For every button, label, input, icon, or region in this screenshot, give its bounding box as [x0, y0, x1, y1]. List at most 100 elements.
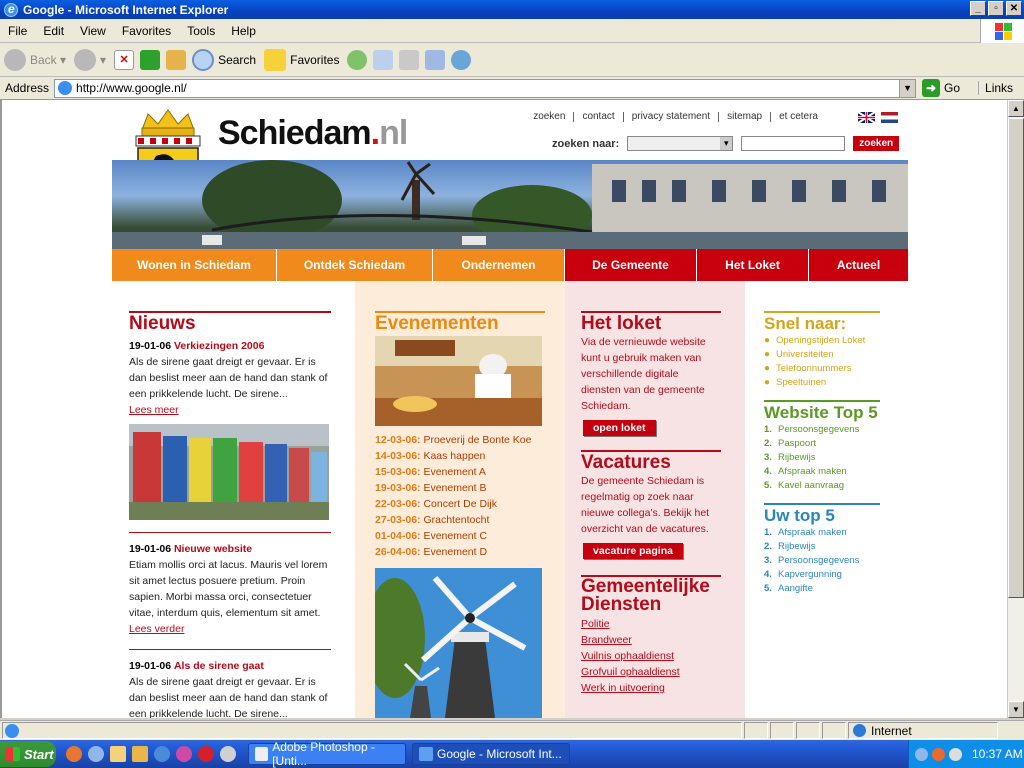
home-icon[interactable] — [166, 49, 187, 70]
pen-icon[interactable] — [132, 746, 148, 762]
menu-favorites[interactable]: Favorites — [114, 24, 179, 38]
task-ie[interactable]: Google - Microsoft Int... — [412, 743, 570, 765]
vacature-page-button[interactable]: vacature pagina — [583, 543, 683, 559]
toplink-zoeken[interactable]: zoeken — [525, 112, 575, 122]
event-item[interactable]: 01-04-06: Evenement C — [375, 528, 545, 544]
start-button[interactable]: Start — [0, 741, 56, 767]
tray-app-icon[interactable] — [932, 747, 945, 761]
star-icon — [264, 48, 287, 71]
top5-item[interactable]: 3. Rijbewijs — [764, 451, 880, 465]
event-item[interactable]: 14-03-06: Kaas happen — [375, 448, 545, 464]
scroll-up-icon[interactable]: ▲ — [1008, 100, 1024, 117]
news-headline[interactable]: Verkiezingen 2006 — [174, 340, 264, 352]
favorites-button[interactable]: Favorites — [264, 48, 339, 71]
ie-quicklaunch-icon[interactable] — [154, 746, 170, 762]
snel-item[interactable]: ● Openingstijden Loket — [764, 334, 880, 348]
menu-view[interactable]: View — [72, 24, 114, 38]
news-headline[interactable]: Nieuwe website — [174, 543, 252, 555]
site-brand[interactable]: Schiedam.nl — [218, 114, 408, 153]
nav-ondernemen[interactable]: Ondernemen — [433, 249, 565, 281]
uwtop5-item[interactable]: 3. Persoonsgegevens — [764, 554, 880, 568]
nav-wonen[interactable]: Wonen in Schiedam — [112, 249, 277, 281]
address-input[interactable]: http://www.google.nl/ ▼ — [54, 78, 917, 98]
toplink-etcetera[interactable]: et cetera — [771, 112, 826, 122]
event-item[interactable]: 12-03-06: Proeverij de Bonte Koe — [375, 432, 545, 448]
system-tray: 10:37 AM — [908, 740, 1024, 768]
messenger-icon[interactable] — [451, 49, 472, 70]
close-button[interactable]: ✕ — [1006, 1, 1022, 16]
ie-task-icon — [419, 747, 433, 761]
top5-item[interactable]: 5. Kavel aanvraag — [764, 479, 880, 493]
dienst-link-brandweer[interactable]: Brandweer — [581, 632, 721, 648]
volume-icon[interactable] — [949, 747, 962, 761]
snel-item[interactable]: ● Universiteiten — [764, 348, 880, 362]
scroll-thumb[interactable] — [1008, 118, 1024, 598]
toplink-privacy[interactable]: privacy statement — [624, 112, 720, 122]
nav-ontdek[interactable]: Ontdek Schiedam — [277, 249, 433, 281]
nl-flag-icon[interactable] — [881, 112, 898, 123]
status-segment — [796, 722, 820, 739]
address-dropdown-icon[interactable]: ▼ — [899, 79, 916, 97]
dienst-link-politie[interactable]: Politie — [581, 616, 721, 632]
history-icon[interactable] — [347, 49, 368, 70]
top5-item[interactable]: 4. Afspraak maken — [764, 465, 880, 479]
outlook-icon[interactable] — [88, 746, 104, 762]
snel-item[interactable]: ● Speeltuinen — [764, 376, 880, 390]
minimize-button[interactable]: _ — [970, 1, 986, 16]
menu-edit[interactable]: Edit — [35, 24, 72, 38]
uwtop5-item[interactable]: 5. Aangifte — [764, 582, 880, 596]
status-segment — [822, 722, 846, 739]
search-button[interactable]: Search — [192, 48, 256, 71]
menu-tools[interactable]: Tools — [179, 24, 223, 38]
scroll-down-icon[interactable]: ▼ — [1008, 701, 1024, 718]
vertical-scrollbar[interactable]: ▲ ▼ — [1007, 100, 1024, 718]
maximize-button[interactable]: ▫ — [988, 1, 1004, 16]
stop-icon[interactable]: ✕ — [114, 49, 135, 70]
back-button[interactable]: Back ▾ — [4, 48, 66, 71]
news-headline[interactable]: Als de sirene gaat — [174, 660, 264, 672]
uwtop5-item[interactable]: 1. Afspraak maken — [764, 526, 880, 540]
news-item-1-more-link[interactable]: Lees meer — [129, 404, 179, 416]
snel-item[interactable]: ● Telefoonnummers — [764, 362, 880, 376]
links-button[interactable]: Links — [978, 81, 1013, 95]
toplink-contact[interactable]: contact — [574, 112, 624, 122]
open-loket-button[interactable]: open loket — [583, 420, 656, 436]
event-item[interactable]: 27-03-06: Grachtentocht — [375, 512, 545, 528]
mail-icon[interactable] — [373, 49, 394, 70]
go-button[interactable]: ➜ Go — [922, 79, 960, 97]
search-category-select[interactable] — [627, 136, 734, 151]
event-item[interactable]: 15-03-06: Evenement A — [375, 464, 545, 480]
task-photoshop[interactable]: Adobe Photoshop - [Unti... — [248, 740, 406, 768]
search-submit-button[interactable]: zoeken — [853, 136, 900, 151]
uwtop5-item[interactable]: 4. Kapvergunning — [764, 568, 880, 582]
nav-gemeente[interactable]: De Gemeente — [565, 249, 697, 281]
edit-icon[interactable] — [425, 49, 446, 70]
dienst-link-werk[interactable]: Werk in uitvoering — [581, 680, 721, 696]
dienst-link-vuilnis[interactable]: Vuilnis ophaaldienst — [581, 648, 721, 664]
folder-icon[interactable] — [110, 746, 126, 762]
nav-actueel[interactable]: Actueel — [809, 249, 908, 281]
event-item[interactable]: 19-03-06: Evenement B — [375, 480, 545, 496]
network-icon[interactable] — [915, 747, 928, 761]
flower-icon[interactable] — [176, 746, 192, 762]
event-item[interactable]: 22-03-06: Concert De Dijk — [375, 496, 545, 512]
menu-help[interactable]: Help — [223, 24, 264, 38]
event-date: 12-03-06: — [375, 434, 421, 446]
search-query-input[interactable] — [741, 136, 846, 151]
forward-button[interactable]: ▾ — [74, 48, 106, 71]
uk-flag-icon[interactable] — [858, 112, 875, 123]
event-item[interactable]: 26-04-06: Evenement D — [375, 544, 545, 560]
menu-file[interactable]: File — [0, 24, 35, 38]
uwtop5-item[interactable]: 2. Rijbewijs — [764, 540, 880, 554]
toplink-sitemap[interactable]: sitemap — [719, 112, 772, 122]
dienst-link-grofvuil[interactable]: Grofvuil ophaaldienst — [581, 664, 721, 680]
print-icon[interactable] — [399, 49, 420, 70]
firefox-icon[interactable] — [66, 746, 82, 762]
opera-icon[interactable] — [198, 746, 214, 762]
paint-icon[interactable] — [220, 746, 236, 762]
top5-item[interactable]: 1. Persoonsgegevens — [764, 423, 880, 437]
refresh-icon[interactable] — [140, 49, 161, 70]
top5-item[interactable]: 2. Paspoort — [764, 437, 880, 451]
nav-loket[interactable]: Het Loket — [697, 249, 809, 281]
news-item-2-more-link[interactable]: Lees verder — [129, 623, 184, 635]
